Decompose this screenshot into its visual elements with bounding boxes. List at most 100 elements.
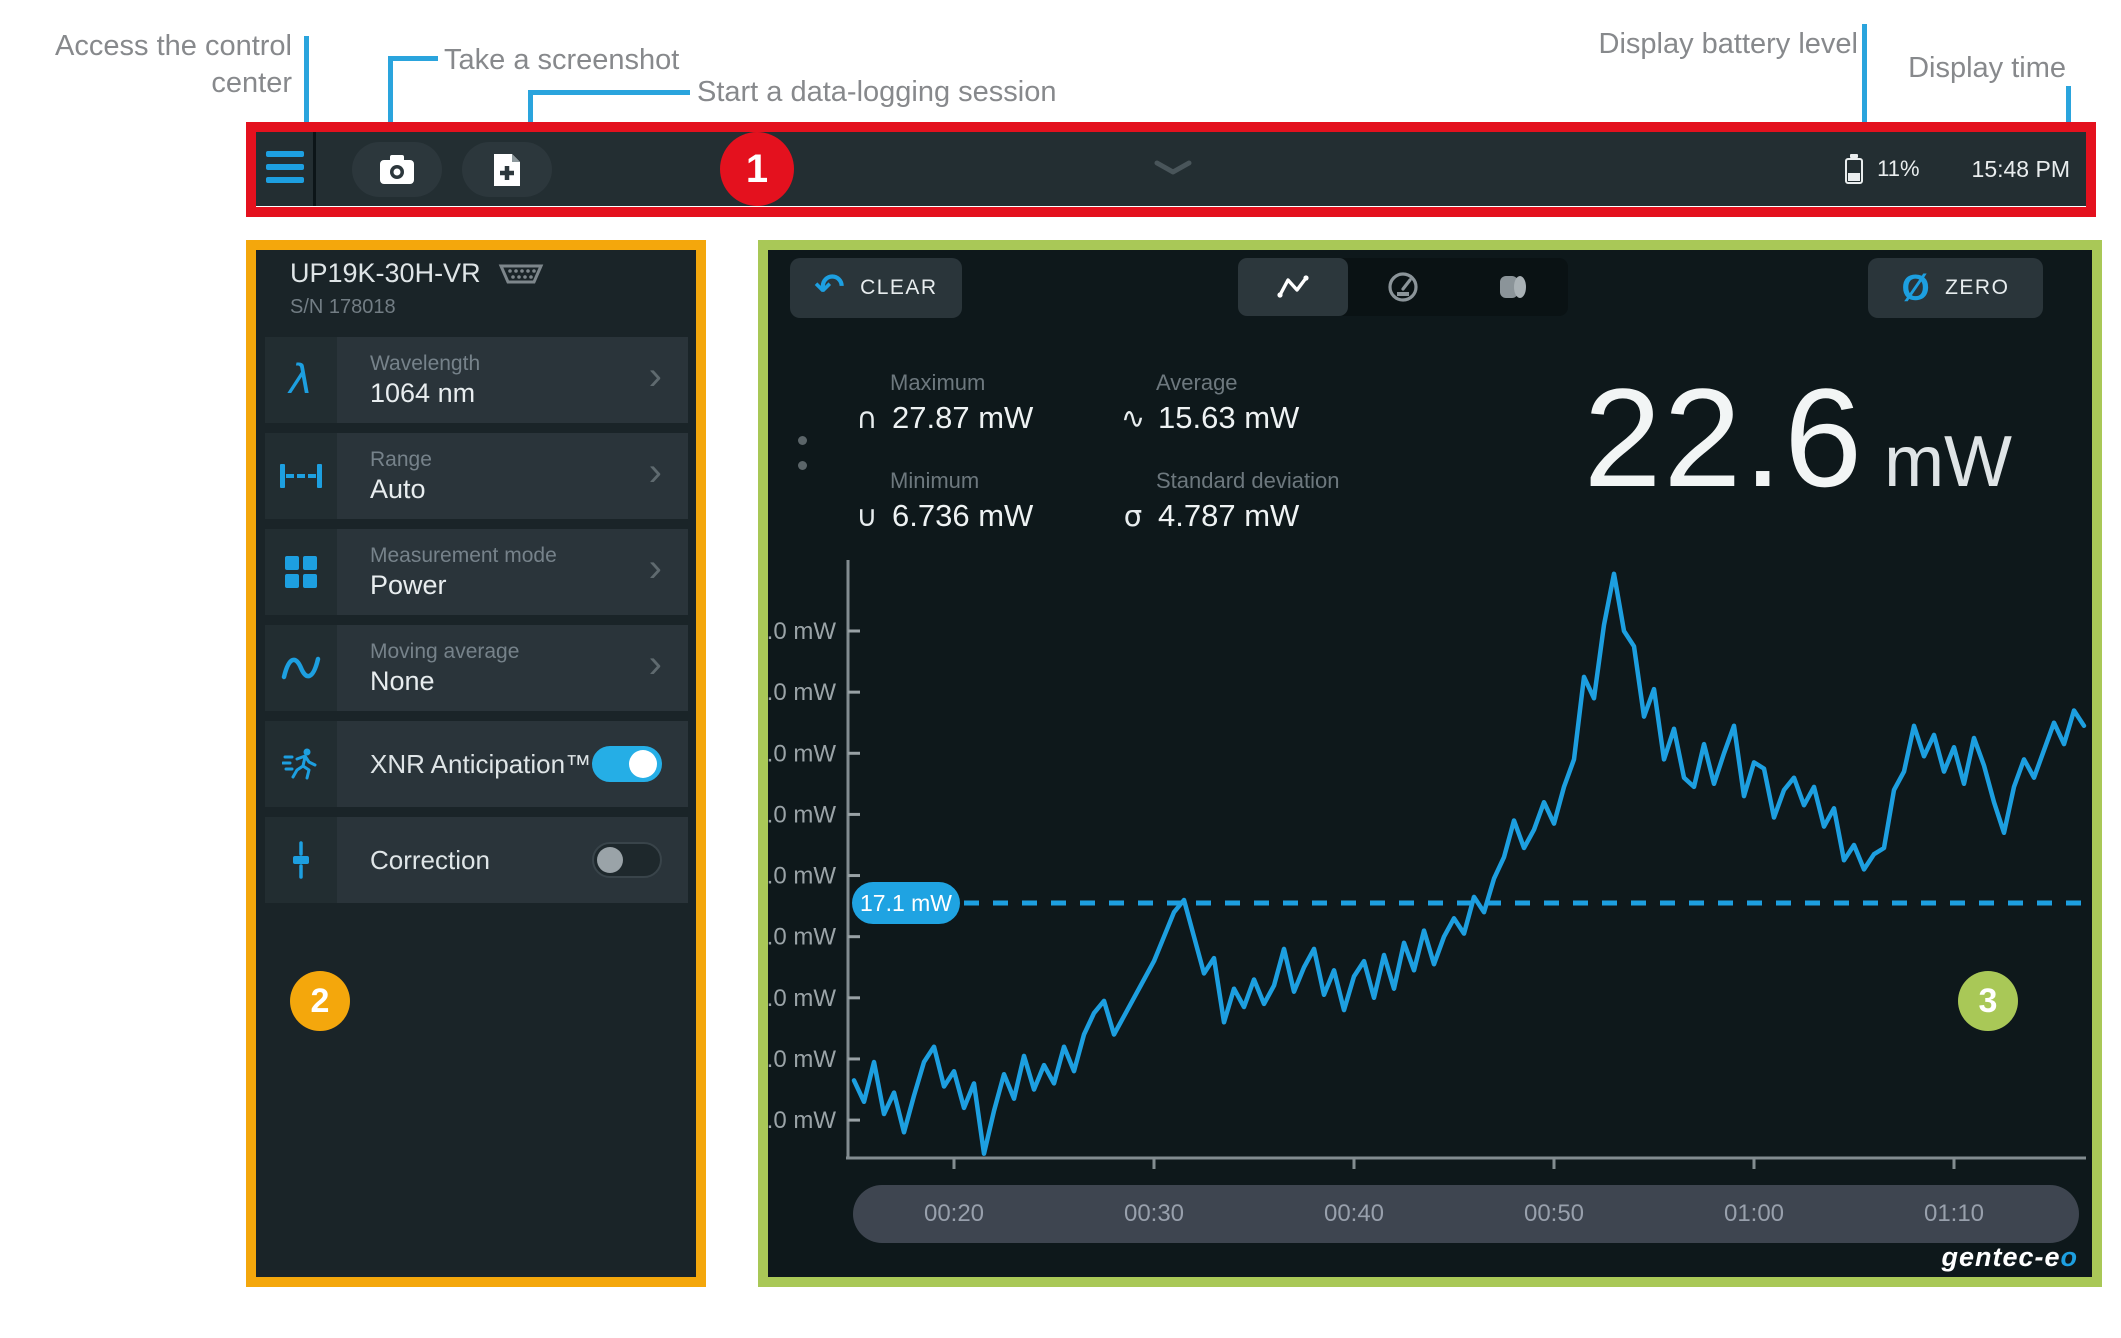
expand-bar-chevron[interactable] xyxy=(1154,160,1192,181)
battery-percent: 11% xyxy=(1877,156,1920,181)
logo-text: gentec-e xyxy=(1941,1242,2061,1272)
current-reading: 22.6 mW xyxy=(1584,368,2012,508)
menu-icon[interactable] xyxy=(266,151,304,187)
correction-slider-icon xyxy=(265,817,337,903)
tab-chart-view[interactable] xyxy=(1238,258,1348,316)
stat-value: 4.787 mW xyxy=(1158,498,1300,533)
setting-value: 1064 nm xyxy=(370,377,476,408)
x-tick-label: 00:50 xyxy=(1523,1200,1585,1227)
annotation-battery: Display battery level xyxy=(1598,28,1859,60)
x-tick-label: 00:40 xyxy=(1323,1200,1385,1227)
line-chart-icon xyxy=(1277,275,1309,298)
chevron-right-icon: › xyxy=(648,641,662,686)
badge-number: 3 xyxy=(1978,981,1998,1020)
x-tick-label: 00:30 xyxy=(1123,1200,1185,1227)
setting-row-measurement-mode[interactable]: Measurement mode Power › xyxy=(265,529,688,615)
average-icon: ∿ xyxy=(1120,401,1146,435)
zero-button[interactable]: Ø ZERO xyxy=(1868,258,2043,318)
gauge-icon xyxy=(1388,272,1418,302)
chevron-right-icon: › xyxy=(648,545,662,590)
y-tick-label: 16.0 mW xyxy=(768,924,836,951)
measurement-mode-icon xyxy=(265,529,337,615)
setting-row-correction[interactable]: Correction xyxy=(265,817,688,903)
detector-icon xyxy=(1500,276,1526,298)
maximum-icon: ∩ xyxy=(856,401,878,435)
battery-icon[interactable] xyxy=(1845,154,1864,184)
annotation-control-center: Access the control center xyxy=(30,28,292,102)
gentec-logo: gentec-eo xyxy=(1941,1242,2078,1273)
setting-label: Moving average xyxy=(370,639,520,663)
x-tick-label: 00:20 xyxy=(923,1200,985,1227)
stat-maximum: Maximum ∩ 27.87 mW xyxy=(852,370,1118,436)
x-tick-label: 01:10 xyxy=(1923,1200,1985,1227)
y-tick-label: 20.0 mW xyxy=(768,801,836,828)
sidebar: UP19K-30H-VR S/N 178018 λ Wavelength 106… xyxy=(256,250,696,1277)
statistics-block: Maximum ∩ 27.87 mW Average ∿ 15.63 mW Mini… xyxy=(852,370,1448,534)
annotation-badge-1: 1 xyxy=(720,132,794,206)
stat-minimum: Minimum ∪ 6.736 mW xyxy=(852,468,1118,534)
display-mode-tabs xyxy=(1238,258,1568,316)
moving-average-icon xyxy=(265,625,337,711)
annotation-text: Access the control xyxy=(55,30,292,62)
callout-line-screenshot-h xyxy=(388,56,438,61)
setting-value: Power xyxy=(370,569,447,600)
new-file-icon xyxy=(494,153,520,186)
zero-label: ZERO xyxy=(1945,276,2010,299)
power-trace-line xyxy=(851,571,2087,1156)
y-tick-label: 14.0 mW xyxy=(768,985,836,1012)
sigma-icon: σ xyxy=(1123,499,1143,533)
annotation-text: center xyxy=(211,67,292,99)
correction-toggle[interactable] xyxy=(592,842,662,878)
measurement-panel: ↶ CLEAR Ø ZERO Maximum ∩ 27.87 mW Averag… xyxy=(740,250,2092,1277)
zero-icon: Ø xyxy=(1901,267,1932,308)
setting-value: Auto xyxy=(370,473,426,504)
clock-time[interactable]: 15:48 PM xyxy=(1972,156,2070,183)
setting-row-moving-average[interactable]: Moving average None › xyxy=(265,625,688,711)
time-scrollbar[interactable] xyxy=(853,1185,2079,1243)
chevron-right-icon: › xyxy=(648,353,662,398)
chevron-right-icon: › xyxy=(648,449,662,494)
y-tick-label: 24.0 mW xyxy=(768,679,836,706)
stats-drag-handle[interactable] xyxy=(798,436,807,486)
tab-detector-view[interactable] xyxy=(1458,258,1568,316)
annotated-screenshot: Access the control center Take a screens… xyxy=(0,0,2121,1338)
clear-button[interactable]: ↶ CLEAR xyxy=(790,258,962,318)
y-tick-label: 26.0 mW xyxy=(768,618,836,645)
annotation-badge-3: 3 xyxy=(1958,971,2018,1031)
datalog-button[interactable] xyxy=(462,142,552,197)
stat-label: Standard deviation xyxy=(1156,468,1340,493)
reading-unit: mW xyxy=(1884,422,2012,502)
setting-row-wavelength[interactable]: λ Wavelength 1064 nm › xyxy=(265,337,688,423)
connector-icon xyxy=(498,264,543,283)
setting-label: Range xyxy=(370,447,432,471)
threshold-badge-label: 17.1 mW xyxy=(860,890,952,916)
wavelength-icon: λ xyxy=(265,337,337,423)
clear-label: CLEAR xyxy=(860,276,938,299)
tab-gauge-view[interactable] xyxy=(1348,258,1458,316)
divider xyxy=(313,132,316,206)
stat-value: 27.87 mW xyxy=(892,400,1034,435)
runner-icon xyxy=(265,721,337,807)
setting-row-range[interactable]: Range Auto › xyxy=(265,433,688,519)
camera-icon xyxy=(380,154,414,184)
xnr-anticipation-toggle[interactable] xyxy=(592,746,662,782)
annotation-datalog: Start a data-logging session xyxy=(697,76,1057,108)
annotation-time: Display time xyxy=(1908,52,2066,84)
topbar-status: 11% 15:48 PM xyxy=(1845,132,2070,206)
y-tick-label: 18.0 mW xyxy=(768,863,836,890)
screenshot-button[interactable] xyxy=(352,142,442,197)
power-trace-chart: 26.0 mW 24.0 mW 22.0 mW 20.0 mW 18.0 mW 16.0 … xyxy=(740,550,2092,1180)
badge-number: 2 xyxy=(310,981,330,1020)
stat-label: Minimum xyxy=(890,468,980,493)
stat-label: Average xyxy=(1156,370,1238,395)
setting-value: None xyxy=(370,665,435,696)
annotation-screenshot: Take a screenshot xyxy=(444,44,680,76)
reading-value: 22.6 xyxy=(1583,359,1865,516)
stat-value: 15.63 mW xyxy=(1158,400,1300,435)
y-tick-label: 10.0 mW xyxy=(768,1107,836,1134)
setting-label: Wavelength xyxy=(370,351,481,375)
device-name: UP19K-30H-VR xyxy=(290,258,481,288)
setting-row-xnr-anticipation[interactable]: XNR Anticipation™ xyxy=(265,721,688,807)
range-icon xyxy=(265,433,337,519)
stat-std-deviation: Standard deviation σ 4.787 mW xyxy=(1118,468,1448,534)
